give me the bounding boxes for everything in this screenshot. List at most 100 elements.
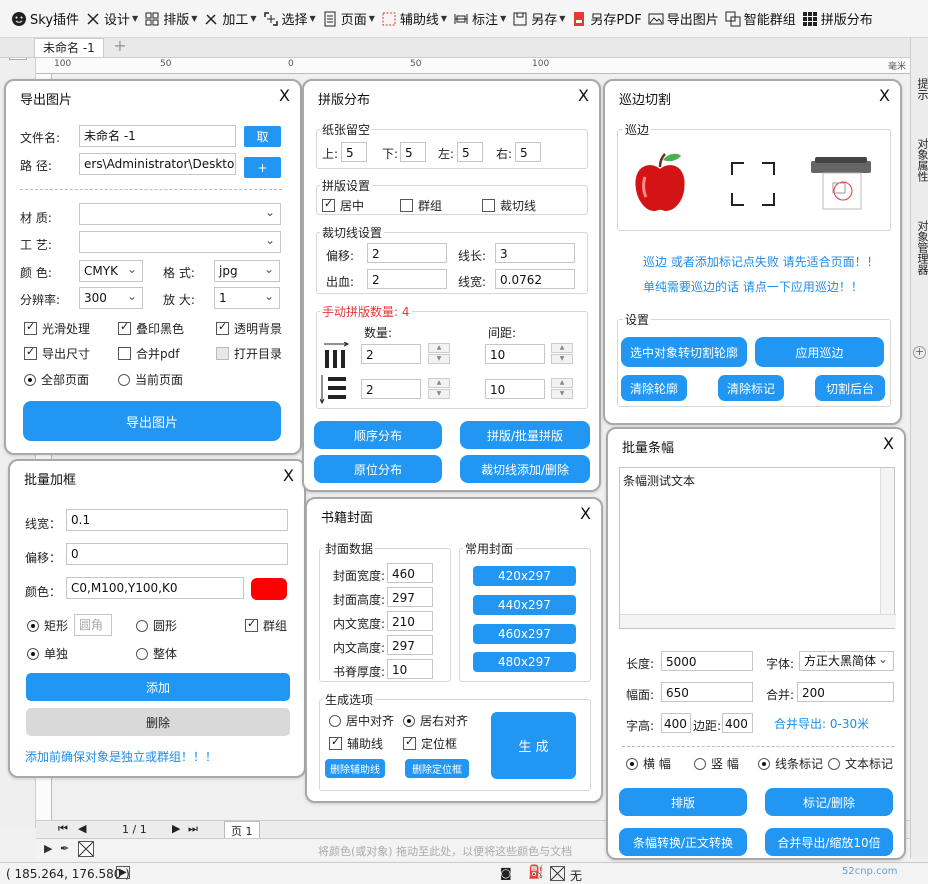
menu-layout-distribute[interactable]: 拼版分布: [799, 4, 876, 34]
circle-radio[interactable]: 圆形: [136, 617, 177, 634]
merge-input[interactable]: 200: [797, 682, 894, 702]
menu-guides[interactable]: 辅助线 ▼: [378, 4, 450, 34]
close-button[interactable]: X: [279, 86, 290, 105]
close-button[interactable]: X: [283, 466, 294, 485]
next-page-icon[interactable]: ▶: [172, 822, 180, 835]
color-value-input[interactable]: C0,M100,Y100,K0: [66, 577, 244, 599]
group-checkbox[interactable]: 群组: [400, 197, 442, 214]
delete-frame-button[interactable]: 删除: [26, 708, 290, 736]
browse-path-button[interactable]: +: [244, 157, 281, 178]
char-height-input[interactable]: 400: [661, 713, 691, 733]
menu-annotate[interactable]: 标注 ▼: [450, 4, 509, 34]
menu-smart-group[interactable]: 智能群组: [722, 4, 799, 34]
font-select[interactable]: 方正大黑简体: [799, 651, 894, 671]
text-mark-radio[interactable]: 文本标记: [828, 755, 893, 772]
menu-save-pdf[interactable]: 另存PDF: [568, 4, 644, 34]
cut-backend-button[interactable]: 切割后台: [815, 375, 885, 401]
menu-page[interactable]: 页面 ▼: [319, 4, 378, 34]
no-color-swatch[interactable]: [78, 841, 94, 857]
rectangle-radio[interactable]: 矩形: [27, 617, 68, 634]
spine-thickness-input[interactable]: 10: [387, 659, 433, 679]
preset-440x297-button[interactable]: 440x297: [473, 595, 576, 615]
bleed-input[interactable]: 2: [367, 269, 447, 289]
vertical-scrollbar[interactable]: [880, 468, 894, 614]
columns-count-input[interactable]: 2: [361, 344, 421, 364]
preset-480x297-button[interactable]: 480x297: [473, 652, 576, 672]
cover-height-input[interactable]: 297: [387, 587, 433, 607]
horizontal-banner-radio[interactable]: 横 幅: [626, 755, 671, 772]
center-checkbox[interactable]: 居中: [322, 197, 364, 214]
dpi-select[interactable]: 300: [79, 287, 143, 309]
sequential-distribute-button[interactable]: 顺序分布: [314, 421, 442, 449]
preset-420x297-button[interactable]: 420x297: [473, 566, 576, 586]
length-input[interactable]: 5000: [661, 651, 753, 671]
cut-length-input[interactable]: 3: [495, 243, 575, 263]
position-frame-checkbox[interactable]: 定位框: [403, 735, 457, 752]
document-tab[interactable]: 未命名 -1: [34, 38, 104, 57]
whole-radio[interactable]: 整体: [136, 645, 177, 662]
new-tab-plus-icon[interactable]: +: [112, 38, 128, 55]
banner-layout-button[interactable]: 排版: [619, 788, 747, 816]
filename-input[interactable]: 未命名 -1: [79, 125, 236, 147]
single-radio[interactable]: 单独: [27, 645, 68, 662]
docker-tab-object-properties[interactable]: 对象属性: [914, 138, 928, 182]
rows-gap-input[interactable]: 10: [485, 379, 545, 399]
last-page-icon[interactable]: ⏭: [188, 822, 198, 836]
margin-right-input[interactable]: 5: [515, 142, 541, 162]
path-input[interactable]: ers\Administrator\Desktop: [79, 153, 236, 175]
docker-tab-hints[interactable]: 提示: [914, 78, 928, 100]
generate-cover-button[interactable]: 生 成: [491, 712, 576, 779]
take-name-button[interactable]: 取: [244, 126, 281, 147]
columns-count-spinner[interactable]: ▲ ▼: [428, 343, 450, 365]
docker-tab-object-manager[interactable]: 对象管理器: [914, 220, 928, 275]
close-button[interactable]: X: [578, 86, 589, 105]
status-arrow-icon[interactable]: ▶: [116, 866, 130, 879]
close-button[interactable]: X: [580, 504, 591, 523]
columns-gap-input[interactable]: 10: [485, 344, 545, 364]
margin-bottom-input[interactable]: 5: [400, 142, 426, 162]
line-mark-radio[interactable]: 线条标记: [758, 755, 823, 772]
center-align-radio[interactable]: 居中对齐: [329, 712, 394, 729]
group-checkbox[interactable]: 群组: [245, 617, 287, 634]
cut-offset-input[interactable]: 2: [367, 243, 447, 263]
craft-select[interactable]: [79, 231, 281, 253]
preset-460x297-button[interactable]: 460x297: [473, 624, 576, 644]
open-folder-checkbox[interactable]: 打开目录: [216, 345, 282, 362]
rows-gap-spinner[interactable]: ▲ ▼: [551, 378, 573, 400]
in-place-distribute-button[interactable]: 原位分布: [314, 455, 442, 483]
inner-height-input[interactable]: 297: [387, 635, 433, 655]
banner-text-area[interactable]: 条幅测试文本: [619, 467, 896, 629]
delete-guides-button[interactable]: 删除辅助线: [325, 759, 385, 778]
banner-width-input[interactable]: 650: [661, 682, 753, 702]
offset-input[interactable]: 0: [66, 543, 288, 565]
cover-width-input[interactable]: 460: [387, 563, 433, 583]
menu-design[interactable]: 设计 ▼: [82, 4, 141, 34]
color-swatch-button[interactable]: [251, 578, 287, 600]
margin-top-input[interactable]: 5: [341, 142, 367, 162]
menu-select[interactable]: 选择 ▼: [260, 4, 319, 34]
close-button[interactable]: X: [879, 86, 890, 105]
guides-checkbox[interactable]: 辅助线: [329, 735, 383, 752]
corner-radius-input[interactable]: 圆角: [74, 614, 112, 636]
margin-left-input[interactable]: 5: [457, 142, 483, 162]
rows-count-input[interactable]: 2: [361, 379, 421, 399]
horizontal-scrollbar[interactable]: [620, 614, 896, 628]
inner-width-input[interactable]: 210: [387, 611, 433, 631]
transparent-bg-checkbox[interactable]: 透明背景: [216, 320, 282, 337]
overprint-black-checkbox[interactable]: 叠印黑色: [118, 320, 184, 337]
mark-delete-button[interactable]: 标记/删除: [765, 788, 893, 816]
material-select[interactable]: [79, 203, 281, 225]
current-page-radio[interactable]: 当前页面: [118, 371, 183, 388]
rows-count-spinner[interactable]: ▲ ▼: [428, 378, 450, 400]
clear-outline-button[interactable]: 清除轮廓: [621, 375, 687, 401]
line-width-input[interactable]: 0.1: [66, 509, 288, 531]
add-frame-button[interactable]: 添加: [26, 673, 290, 701]
export-image-button[interactable]: 导出图片: [23, 401, 281, 441]
color-mode-select[interactable]: CMYK: [79, 260, 143, 282]
merge-pdf-checkbox[interactable]: 合并pdf: [118, 345, 179, 362]
prev-page-icon[interactable]: ◀: [78, 822, 86, 835]
clear-marks-button[interactable]: 清除标记: [718, 375, 784, 401]
smooth-checkbox[interactable]: 光滑处理: [24, 320, 90, 337]
right-align-radio[interactable]: 居右对齐: [403, 712, 468, 729]
cutline-checkbox[interactable]: 裁切线: [482, 197, 536, 214]
